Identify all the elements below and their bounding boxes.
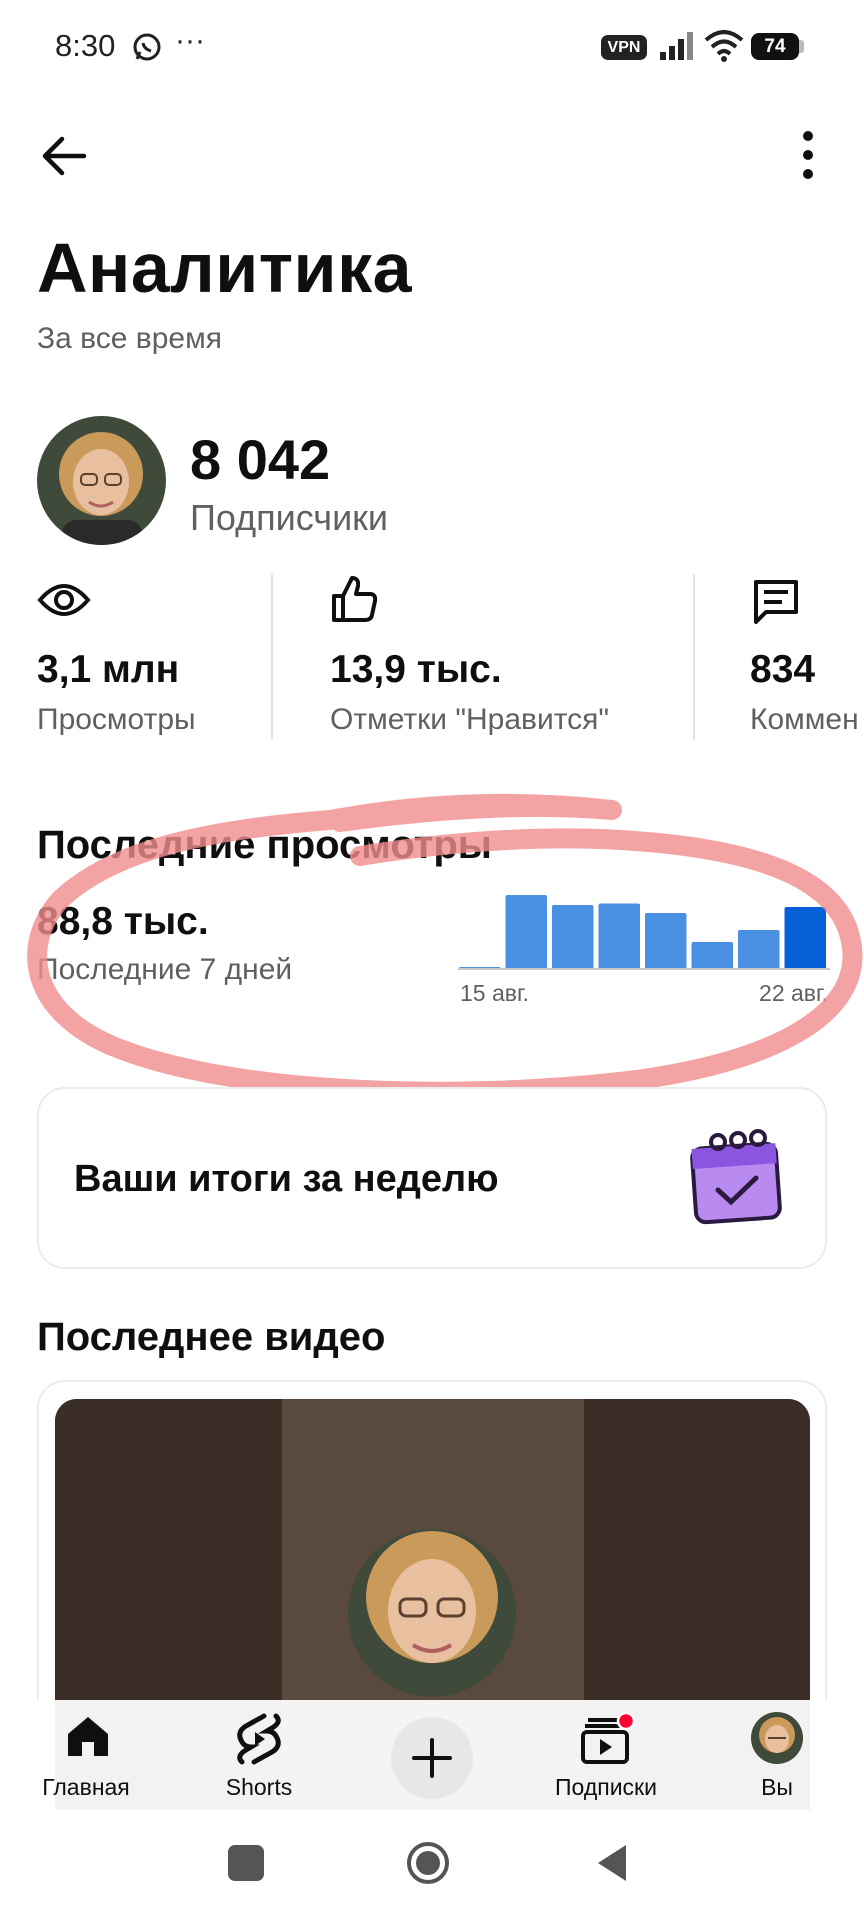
avatar [751, 1712, 803, 1764]
plus-icon [412, 1738, 452, 1778]
nav-you[interactable]: Вы [697, 1712, 857, 1808]
nav-you-label: Вы [761, 1774, 793, 1800]
more-vert-icon [803, 131, 813, 179]
eye-icon [37, 578, 91, 627]
subscribers-label: Подписчики [190, 497, 389, 538]
latest-video-title: Последнее видео [37, 1315, 386, 1359]
calendar-check-icon [686, 1128, 790, 1233]
nav-home[interactable]: Главная [6, 1712, 166, 1808]
notification-dot [616, 1712, 636, 1731]
page-title: Аналитика [37, 229, 413, 307]
shorts-icon [237, 1713, 281, 1765]
nav-shorts[interactable]: Shorts [179, 1712, 339, 1808]
back-system-button[interactable] [592, 1842, 632, 1884]
likes-value: 13,9 тыс. [330, 648, 502, 691]
nav-shorts-label: Shorts [225, 1774, 293, 1800]
more-notifications-icon: ··· [175, 24, 205, 57]
battery-indicator: 74 [751, 33, 799, 60]
back-arrow-icon [42, 136, 87, 176]
comments-label: Коммен [750, 703, 859, 736]
create-button[interactable] [391, 1717, 473, 1799]
views-value: 3,1 млн [37, 648, 180, 691]
battery-tip [799, 40, 804, 53]
subscribers-count: 8 042 [190, 428, 331, 491]
comment-icon [750, 576, 802, 633]
back-triangle-icon [598, 1845, 626, 1881]
status-time: 8:30 [55, 28, 116, 63]
hand-drawn-circle-annotation [27, 793, 863, 1102]
comments-stat: 834 Коммен [750, 640, 864, 750]
whatsapp-icon [132, 32, 162, 67]
likes-label: Отметки "Нравится" [330, 703, 610, 736]
thumbs-up-icon [330, 574, 378, 629]
home-system-button[interactable] [405, 1840, 451, 1886]
channel-avatar [37, 416, 166, 545]
nav-subscriptions[interactable]: Подписки [526, 1712, 686, 1808]
weekly-summary-label: Ваши итоги за неделю [74, 1158, 499, 1200]
stats-divider [693, 574, 695, 740]
signal-icon [659, 32, 695, 65]
wifi-icon [704, 30, 744, 67]
home-circle-icon [407, 1842, 449, 1884]
views-label: Просмотры [37, 703, 196, 736]
subscriptions-icon [581, 1712, 636, 1764]
page-subtitle: За все время [37, 322, 222, 355]
nav-home-label: Главная [42, 1774, 130, 1800]
back-button[interactable] [38, 130, 90, 182]
recents-button[interactable] [228, 1845, 264, 1881]
stats-divider [271, 574, 273, 740]
vpn-badge: VPN [601, 35, 647, 60]
home-icon [68, 1717, 108, 1756]
nav-subscriptions-label: Подписки [555, 1774, 657, 1800]
more-options-button[interactable] [793, 128, 823, 184]
comments-value: 834 [750, 648, 816, 691]
